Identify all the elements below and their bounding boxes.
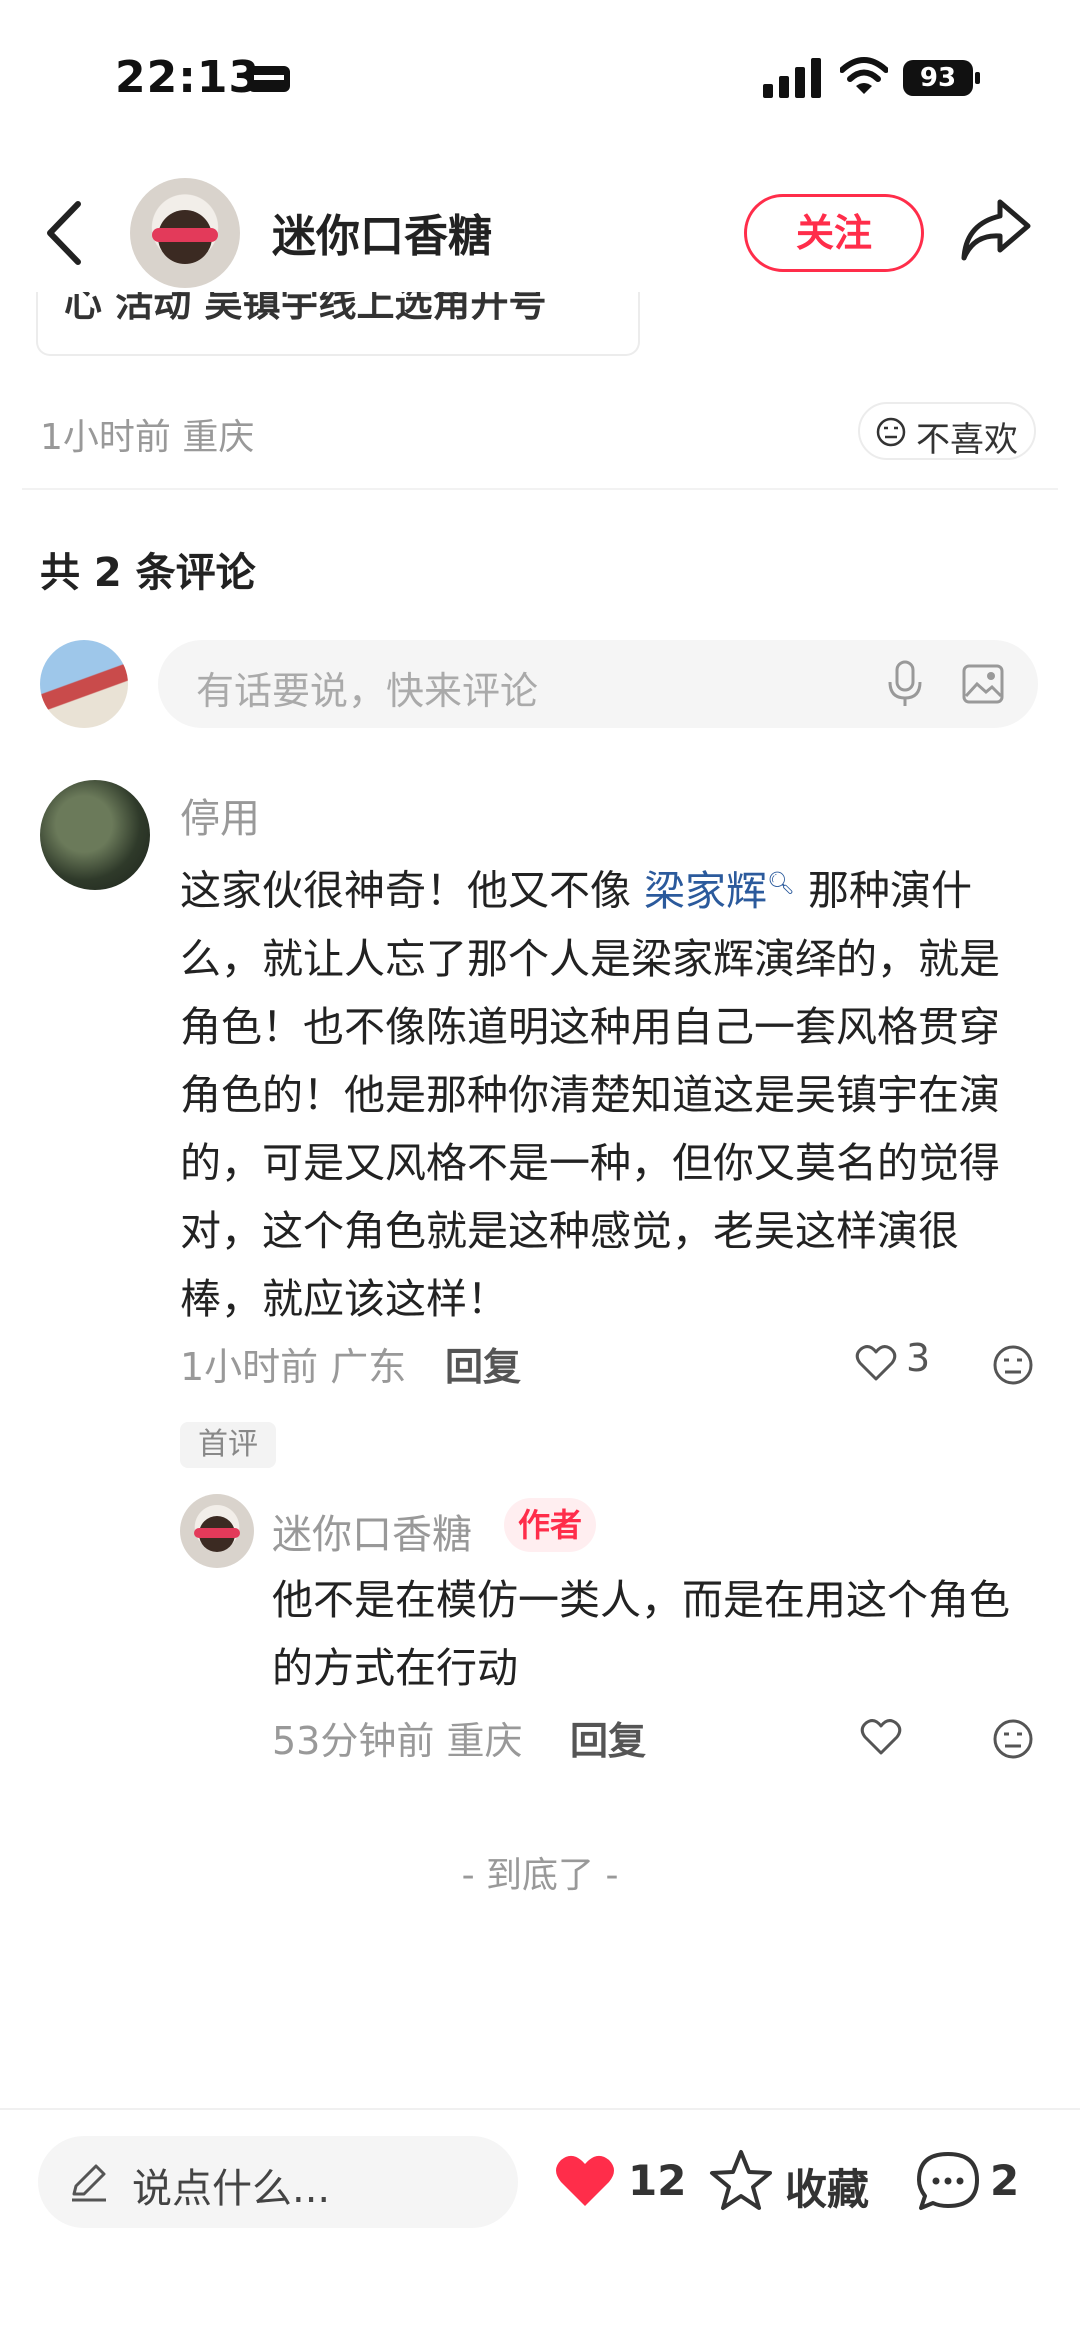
- reply-button[interactable]: 回复: [445, 1336, 521, 1391]
- search-icon: 🔍︎: [767, 871, 795, 896]
- section-divider: [22, 488, 1058, 490]
- back-arrow-icon[interactable]: [40, 198, 90, 268]
- pen-icon: [72, 2164, 106, 2202]
- author-name[interactable]: 迷你口香糖: [272, 200, 492, 264]
- heart-outline-icon[interactable]: [855, 1344, 897, 1382]
- neutral-face-icon[interactable]: [992, 1718, 1034, 1760]
- microphone-icon[interactable]: [885, 660, 925, 708]
- neutral-face-icon[interactable]: [992, 1344, 1034, 1386]
- reply-avatar[interactable]: [180, 1494, 254, 1568]
- author-tag: 作者: [504, 1498, 596, 1552]
- dislike-label: 不喜欢: [916, 420, 1018, 460]
- search-keyword-text: 梁家辉: [644, 866, 768, 915]
- comment-meta: 1小时前 广东: [180, 1336, 406, 1391]
- commenter-name[interactable]: 停用: [180, 786, 260, 844]
- cellular-signal-icon: [763, 58, 821, 98]
- post-meta: 1小时前 重庆: [40, 408, 254, 460]
- sim-card-icon: [248, 66, 290, 92]
- search-keyword-link[interactable]: 梁家辉🔍︎: [644, 867, 795, 915]
- favorite-label[interactable]: 收藏: [785, 2156, 869, 2217]
- post-time: 1小时前: [40, 417, 171, 458]
- comment-text-part: 那种演什么，就让人忘了那个人是梁家辉演绎的，就是角色！也不像陈道明这种用自己一套…: [180, 866, 1000, 1323]
- commenter-avatar[interactable]: [40, 780, 150, 890]
- follow-button[interactable]: 关注: [744, 194, 924, 272]
- reply-text: 他不是在模仿一类人，而是在用这个角色的方式在行动: [272, 1576, 1010, 1692]
- comment-count-bottom: 2: [990, 2156, 1020, 2205]
- end-of-list: - 到底了 -: [461, 1855, 619, 1896]
- reply-location: 重庆: [446, 1719, 523, 1763]
- first-comment-badge: 首评: [180, 1422, 276, 1468]
- heart-filled-icon[interactable]: [553, 2152, 617, 2210]
- activity-card[interactable]: 心 活动 吴镇宇线上选角开号: [36, 292, 640, 356]
- wifi-icon: [840, 57, 888, 94]
- status-time: 22:13: [115, 52, 261, 103]
- my-avatar: [40, 640, 128, 728]
- bottom-input-placeholder[interactable]: 说点什么...: [132, 2156, 330, 2214]
- dislike-button[interactable]: 不喜欢: [858, 402, 1036, 460]
- comment-count: 共 2 条评论: [40, 550, 256, 596]
- reply-time: 53分钟前: [272, 1719, 435, 1763]
- reply-button[interactable]: 回复: [570, 1710, 646, 1765]
- reply-meta: 53分钟前 重庆: [272, 1710, 522, 1765]
- activity-card-text: 心 活动 吴镇宇线上选角开号: [64, 292, 547, 325]
- battery-cap: [975, 72, 980, 84]
- comment-text-part: 这家伙很神奇！他又不像: [180, 866, 645, 915]
- comment-bubble-icon[interactable]: [915, 2150, 981, 2212]
- comment-time: 1小时前: [180, 1345, 319, 1389]
- reply-author-name[interactable]: 迷你口香糖: [272, 1502, 472, 1560]
- star-icon[interactable]: [708, 2148, 774, 2212]
- avatar-glasses: [152, 228, 218, 242]
- comment-input-placeholder: 有话要说，快来评论: [196, 669, 539, 713]
- like-count: 12: [628, 2156, 687, 2205]
- neutral-face-icon: [876, 417, 906, 447]
- comment-like-count: 3: [906, 1336, 931, 1380]
- image-icon[interactable]: [962, 664, 1004, 704]
- comment-location: 广东: [330, 1345, 407, 1389]
- post-location: 重庆: [182, 417, 255, 458]
- comment-text: 这家伙很神奇！他又不像 梁家辉🔍︎ 那种演什么，就让人忘了那个人是梁家辉演绎的，…: [180, 850, 1020, 1333]
- battery-indicator: 93: [903, 60, 973, 96]
- bottom-divider: [0, 2108, 1080, 2110]
- heart-outline-icon[interactable]: [860, 1718, 902, 1756]
- avatar-glasses: [194, 1528, 240, 1538]
- author-avatar[interactable]: [130, 178, 240, 288]
- share-icon[interactable]: [960, 196, 1032, 262]
